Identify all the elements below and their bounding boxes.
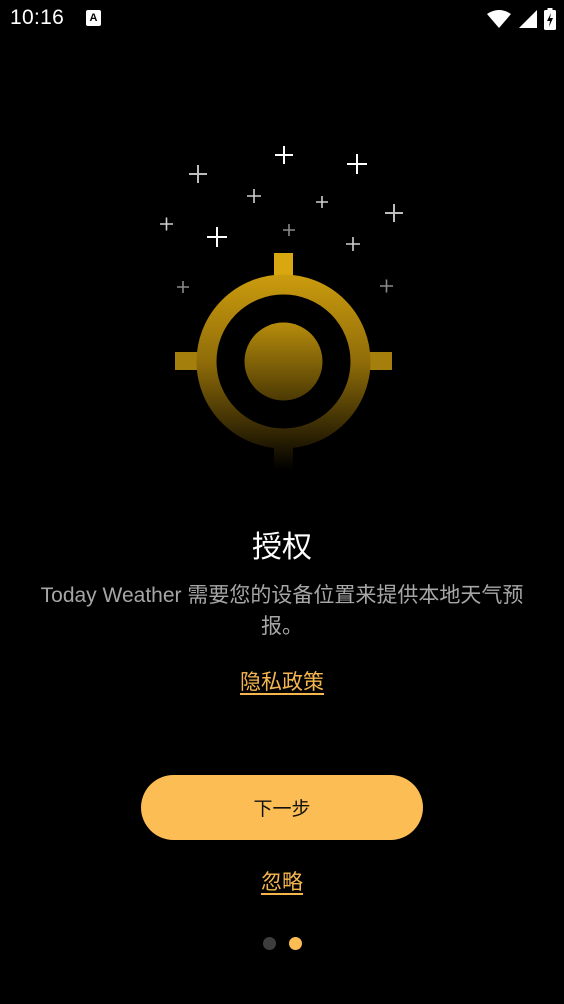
privacy-policy-link[interactable]: 隐私政策 bbox=[240, 670, 324, 694]
page-dot-2-active[interactable] bbox=[288, 937, 302, 950]
battery-charging-icon bbox=[544, 8, 556, 30]
privacy-policy-row: 隐私政策 bbox=[0, 666, 564, 696]
location-crosshair-illustration bbox=[160, 146, 403, 472]
permission-description: Today Weather 需要您的设备位置来提供本地天气预报。 bbox=[40, 584, 524, 638]
skip-row: 忽略 bbox=[0, 866, 564, 896]
status-bar: 10:16 A bbox=[0, 0, 564, 38]
status-time: 10:16 bbox=[10, 6, 65, 29]
cell-signal-icon bbox=[519, 10, 537, 28]
skip-link[interactable]: 忽略 bbox=[261, 870, 303, 894]
page-indicator bbox=[0, 937, 564, 950]
page-dot-1[interactable] bbox=[262, 937, 276, 950]
notification-a-icon: A bbox=[86, 10, 101, 26]
status-icons bbox=[486, 8, 556, 30]
wifi-icon bbox=[487, 10, 511, 28]
location-crosshair-icon bbox=[175, 253, 392, 472]
next-button[interactable]: 下一步 bbox=[141, 775, 423, 840]
page-title: 授权 bbox=[252, 530, 312, 565]
